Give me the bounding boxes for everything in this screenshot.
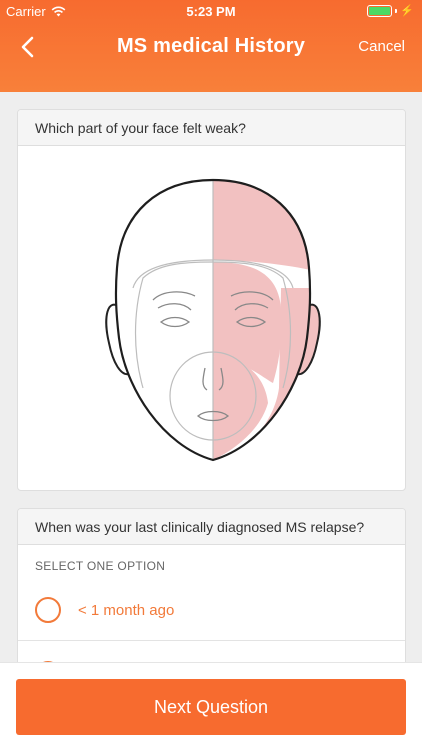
question-title: Which part of your face felt weak? [18,110,405,146]
clock: 5:23 PM [186,4,236,19]
relapse-question-card: When was your last clinically diagnosed … [17,508,406,668]
divider [18,640,405,641]
app-header: Carrier 5:23 PM ⚡ MS medical History Can… [0,0,422,92]
status-bar: Carrier 5:23 PM ⚡ [0,0,422,22]
nav-bar: MS medical History Cancel [0,22,422,72]
face-illustration[interactable] [103,178,323,468]
option-label: < 1 month ago [78,601,175,619]
question-title: When was your last clinically diagnosed … [18,509,405,545]
next-question-button[interactable]: Next Question [16,679,406,735]
select-one-label: SELECT ONE OPTION [35,559,166,573]
face-question-card: Which part of your face felt weak? [17,109,406,491]
battery-icon: ⚡ [367,4,414,17]
radio-icon[interactable] [35,597,61,623]
option-less-than-1-month[interactable]: < 1 month ago [18,579,405,641]
face-diagram[interactable] [18,146,405,490]
footer-bar: Next Question [0,662,422,750]
cancel-button[interactable]: Cancel [358,38,405,55]
